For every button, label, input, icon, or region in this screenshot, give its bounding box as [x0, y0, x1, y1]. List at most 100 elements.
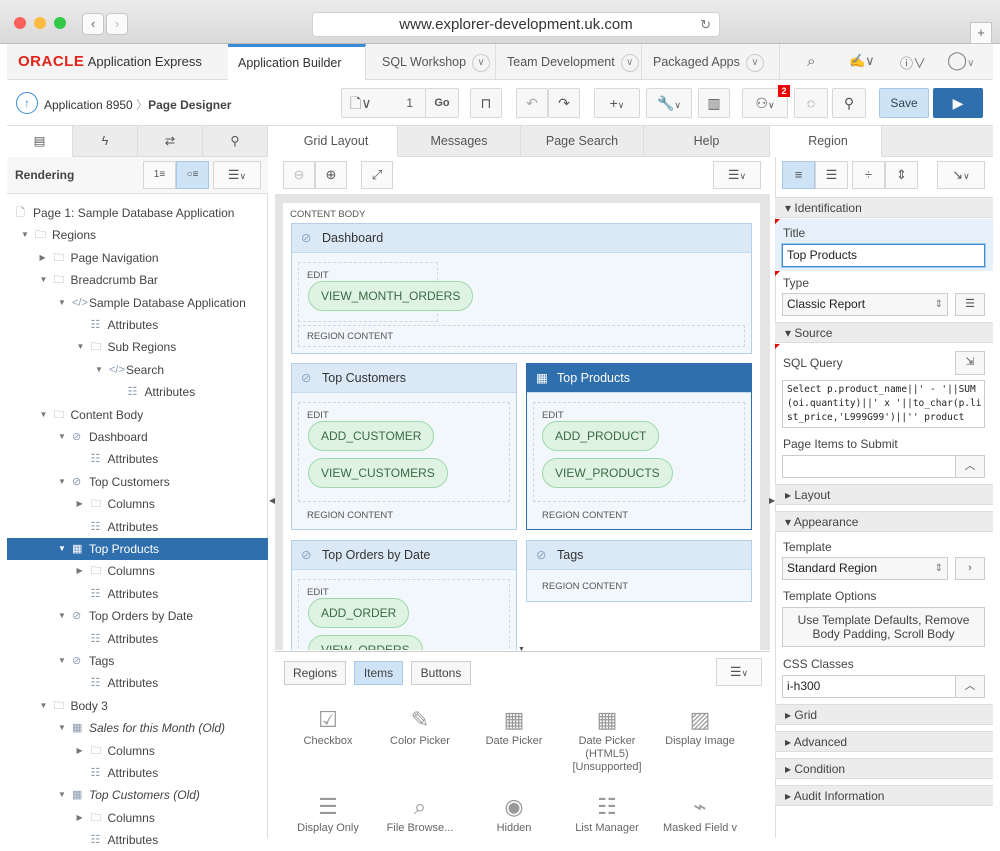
- gallery-item[interactable]: ☰ Display Only: [281, 792, 375, 835]
- layout-menu-button[interactable]: ☰∨: [713, 161, 761, 189]
- gallery-item[interactable]: ▦ Date Picker: [467, 705, 561, 748]
- expand-arrow-icon[interactable]: ▶: [77, 493, 83, 515]
- gallery-tab-regions[interactable]: Regions: [284, 661, 346, 685]
- gallery-item[interactable]: ▦ Date Picker (HTML5) [Unsupported]: [560, 705, 654, 774]
- collapse-arrow-icon[interactable]: ▼: [58, 538, 66, 560]
- undo-icon[interactable]: ↶: [516, 88, 548, 118]
- tree-node[interactable]: ☷ Attributes: [7, 448, 268, 470]
- reload-icon[interactable]: ↻: [700, 13, 711, 37]
- gallery-menu-button[interactable]: ☰∨: [716, 658, 762, 686]
- expand-arrow-icon[interactable]: ▶: [77, 740, 83, 762]
- gallery-item[interactable]: ⌕ File Browse...: [373, 792, 467, 835]
- chevron-right-icon[interactable]: ›: [955, 557, 985, 580]
- processing-order-button[interactable]: ○≡: [176, 161, 209, 189]
- button-view-month-orders[interactable]: VIEW_MONTH_ORDERS: [308, 281, 474, 311]
- title-input[interactable]: Top Products: [782, 244, 985, 267]
- list-icon[interactable]: ☰: [955, 293, 985, 316]
- comments-icon[interactable]: ◌: [794, 88, 828, 118]
- gallery-item[interactable]: ◉ Hidden: [467, 792, 561, 835]
- tab-dynamic-actions[interactable]: ϟ: [73, 126, 138, 157]
- back-button[interactable]: ‹: [82, 13, 104, 35]
- tree-node[interactable]: ▼ ⊘ Dashboard: [7, 426, 268, 448]
- region-top-products[interactable]: ▦ Top Products EDIT ADD_PRODUCT VIEW_PROD…: [526, 363, 752, 530]
- sql-query-textarea[interactable]: Select p.product_name||' - '||SUM(oi.qua…: [782, 380, 985, 428]
- new-tab-button[interactable]: +: [970, 22, 992, 44]
- section-appearance[interactable]: ▾ Appearance: [775, 511, 993, 532]
- run-page-button[interactable]: ▶: [933, 88, 983, 118]
- gallery-item[interactable]: ⌁ Masked Field v: [653, 792, 747, 835]
- template-options-button[interactable]: Use Template Defaults, Remove Body Paddi…: [782, 607, 985, 647]
- expand-icon[interactable]: ⤢: [361, 161, 393, 189]
- tab-application-builder[interactable]: Application Builder∨: [228, 44, 366, 105]
- show-all-icon[interactable]: ☰: [815, 161, 848, 189]
- tree-node[interactable]: ▶ 🗀 Columns: [7, 807, 268, 829]
- collapse-arrow-icon[interactable]: ▼: [58, 784, 66, 806]
- tree-node[interactable]: ☷ Attributes: [7, 829, 268, 851]
- section-identification[interactable]: ▾ Identification: [775, 197, 993, 218]
- section-grid[interactable]: ▸ Grid: [775, 704, 993, 725]
- collapse-arrow-icon[interactable]: ▼: [58, 471, 66, 493]
- user-avatar-icon[interactable]: ◯∨: [947, 50, 974, 71]
- tab-team-development[interactable]: Team Development ∨: [497, 44, 642, 80]
- collapse-arrow-icon[interactable]: ▼: [40, 404, 48, 426]
- tree-node[interactable]: ▶ 🗀 Columns: [7, 560, 268, 582]
- save-button[interactable]: Save: [879, 88, 929, 118]
- collapse-arrow-icon[interactable]: ▼: [58, 292, 66, 314]
- expand-all-icon[interactable]: ⇕: [885, 161, 918, 189]
- collapse-arrow-icon[interactable]: ▼: [40, 269, 48, 291]
- tree-node[interactable]: ▼ 🗀 Regions: [7, 224, 268, 246]
- button-add-product[interactable]: ADD_PRODUCT: [542, 421, 660, 451]
- breadcrumb-application[interactable]: Application 8950: [44, 98, 133, 112]
- region-top-customers[interactable]: ⊘ Top Customers EDIT ADD_CUSTOMER VIEW_CU…: [291, 363, 517, 530]
- lock-icon[interactable]: ⊓: [470, 88, 502, 118]
- tree-node[interactable]: ☷ Attributes: [7, 762, 268, 784]
- tree-node[interactable]: ☷ Attributes: [7, 381, 268, 403]
- collapse-arrow-icon[interactable]: ▼: [21, 224, 29, 246]
- collapse-arrow-icon[interactable]: ▼: [58, 717, 66, 739]
- show-common-icon[interactable]: ≡: [782, 161, 815, 189]
- gallery-tab-items[interactable]: Items: [354, 661, 403, 685]
- tree-node[interactable]: ▼ ⊘ Top Customers: [7, 471, 268, 493]
- tree-node[interactable]: ☷ Attributes: [7, 314, 268, 336]
- gallery-item[interactable]: ☷ List Manager: [560, 792, 654, 835]
- minimize-window-button[interactable]: [34, 17, 46, 29]
- tree-node[interactable]: ▼ 🗀 Sub Regions: [7, 336, 268, 358]
- button-view-products[interactable]: VIEW_PRODUCTS: [542, 458, 673, 488]
- maximize-window-button[interactable]: [54, 17, 66, 29]
- chevron-down-icon[interactable]: ∨: [620, 53, 639, 72]
- tree-node[interactable]: ▼ ▦ Top Products: [7, 538, 268, 560]
- region-top-orders-by-date[interactable]: ⊘ Top Orders by Date EDIT ADD_ORDER VIEW_…: [291, 540, 517, 650]
- tree-node[interactable]: ☷ Attributes: [7, 672, 268, 694]
- administration-icon[interactable]: ✍∨: [849, 53, 875, 69]
- zoom-out-icon[interactable]: ⊖: [283, 161, 315, 189]
- shapes-icon[interactable]: ⚲: [832, 88, 866, 118]
- tab-rendering[interactable]: ▤: [7, 126, 73, 157]
- tab-shared-components[interactable]: ⚲: [203, 126, 268, 157]
- gallery-tab-buttons[interactable]: Buttons: [411, 661, 471, 685]
- page-selector[interactable]: 🗋∨ 1: [341, 88, 426, 118]
- section-layout[interactable]: ▸ Layout: [775, 484, 993, 505]
- tree-node[interactable]: ▼ </> Sample Database Application: [7, 292, 268, 314]
- region-dashboard[interactable]: ⊘ Dashboard EDIT VIEW_MONTH_ORDERS REGION…: [291, 223, 752, 354]
- tree-node[interactable]: ☷ Attributes: [7, 628, 268, 650]
- expand-arrow-icon[interactable]: ▶: [77, 807, 83, 829]
- collapse-arrow-icon[interactable]: ▼: [58, 650, 66, 672]
- gallery-item[interactable]: ☑ Checkbox: [281, 705, 375, 748]
- tree-node[interactable]: ☷ Attributes: [7, 516, 268, 538]
- gallery-item[interactable]: ✎ Color Picker: [373, 705, 467, 748]
- code-editor-icon[interactable]: ⇲: [955, 351, 985, 375]
- chevron-down-icon[interactable]: ∨: [472, 53, 491, 72]
- tree-node[interactable]: ▼ 🗀 Content Body: [7, 404, 268, 426]
- region-tags[interactable]: ⊘ Tags REGION CONTENT: [526, 540, 752, 602]
- items-to-submit-input[interactable]: [782, 455, 956, 478]
- template-select[interactable]: Standard Region ⇕: [782, 557, 948, 580]
- tree-node[interactable]: ▶ 🗀 Columns: [7, 740, 268, 762]
- section-advanced[interactable]: ▸ Advanced: [775, 731, 993, 752]
- button-view-orders[interactable]: VIEW_ORDERS: [308, 635, 423, 650]
- shared-components-icon[interactable]: ▥: [698, 88, 730, 118]
- chevron-up-icon[interactable]: ︿: [955, 455, 985, 478]
- tab-region[interactable]: Region: [775, 126, 882, 157]
- tab-grid-layout[interactable]: Grid Layout: [275, 126, 398, 157]
- tree-node[interactable]: ▶ 🗀 Columns: [7, 493, 268, 515]
- collapse-arrow-icon[interactable]: ▼: [95, 359, 103, 381]
